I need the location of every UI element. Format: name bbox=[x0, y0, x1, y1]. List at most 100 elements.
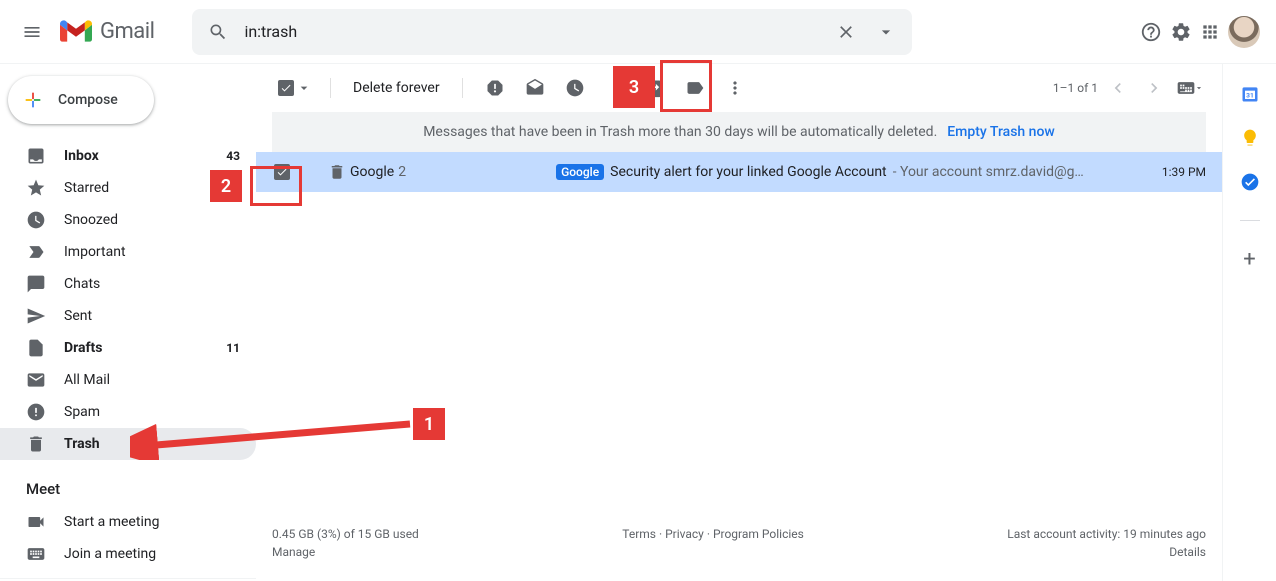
chevron-left-icon bbox=[1108, 78, 1128, 98]
nav-label: Inbox bbox=[64, 148, 226, 164]
sidebar-item-spam[interactable]: Spam bbox=[0, 396, 256, 428]
search-input[interactable] bbox=[238, 22, 826, 41]
message-subject: Security alert for your linked Google Ac… bbox=[610, 164, 886, 180]
hamburger-icon bbox=[22, 22, 42, 42]
mail-open-icon bbox=[525, 78, 545, 98]
dropdown-icon bbox=[876, 22, 896, 42]
storage-text: 0.45 GB (3%) of 15 GB used bbox=[272, 527, 419, 541]
sent-icon bbox=[26, 306, 46, 326]
add-addon-button[interactable]: + bbox=[1243, 249, 1255, 271]
nav-count: 43 bbox=[226, 149, 240, 163]
mark-read-button[interactable] bbox=[515, 68, 555, 108]
toolbar-separator bbox=[330, 78, 331, 98]
activity-text: Last account activity: 19 minutes ago bbox=[1007, 527, 1206, 541]
nav-label: Join a meeting bbox=[64, 546, 240, 562]
sidebar-item-important[interactable]: Important bbox=[0, 236, 256, 268]
meet-list: Start a meeting Join a meeting bbox=[0, 506, 256, 570]
nav-label: Drafts bbox=[64, 340, 226, 356]
footer: 0.45 GB (3%) of 15 GB used Manage Terms … bbox=[272, 527, 1206, 559]
chat-icon bbox=[26, 274, 46, 294]
more-vert-icon bbox=[725, 78, 745, 98]
keep-app-button[interactable] bbox=[1240, 128, 1260, 148]
message-row[interactable]: Google 2 Google Security alert for your … bbox=[256, 152, 1222, 192]
nav-label: Sent bbox=[64, 308, 240, 324]
file-icon bbox=[26, 338, 46, 358]
sidebar-item-trash[interactable]: Trash bbox=[0, 428, 256, 460]
nav-label: Important bbox=[64, 244, 240, 260]
toolbar-separator bbox=[462, 78, 463, 98]
apps-grid-icon bbox=[1200, 22, 1220, 42]
sidebar-item-inbox[interactable]: Inbox43 bbox=[0, 140, 256, 172]
annotation-marker-3: 3 bbox=[613, 66, 655, 108]
clock-icon bbox=[565, 78, 585, 98]
side-panel-divider bbox=[1240, 220, 1260, 221]
details-link[interactable]: Details bbox=[1007, 545, 1206, 559]
sidebar-item-all-mail[interactable]: All Mail bbox=[0, 364, 256, 396]
tasks-icon bbox=[1240, 172, 1260, 192]
tasks-app-button[interactable] bbox=[1240, 172, 1260, 192]
report-spam-button[interactable] bbox=[475, 68, 515, 108]
footer-left: 0.45 GB (3%) of 15 GB used Manage bbox=[272, 527, 419, 559]
apps-button[interactable] bbox=[1200, 22, 1220, 42]
next-page-button[interactable] bbox=[1138, 68, 1170, 108]
toolbar: Delete forever 1–1 of 1 bbox=[256, 64, 1222, 112]
privacy-link[interactable]: Privacy bbox=[665, 527, 704, 541]
sidebar-item-sent[interactable]: Sent bbox=[0, 300, 256, 332]
snooze-button[interactable] bbox=[555, 68, 595, 108]
keyboard-icon bbox=[1176, 78, 1196, 98]
message-count: 2 bbox=[398, 164, 406, 180]
mail-icon bbox=[26, 370, 46, 390]
meet-item-start-a-meeting[interactable]: Start a meeting bbox=[0, 506, 256, 538]
logo-area[interactable]: Gmail bbox=[56, 19, 184, 44]
message-subject-area: Google Security alert for your linked Go… bbox=[406, 164, 1162, 180]
trash-banner: Messages that have been in Trash more th… bbox=[272, 112, 1206, 152]
more-button[interactable] bbox=[715, 68, 755, 108]
select-all-checkbox[interactable] bbox=[272, 74, 318, 102]
prev-page-button[interactable] bbox=[1102, 68, 1134, 108]
search-options-button[interactable] bbox=[866, 12, 906, 52]
terms-link[interactable]: Terms bbox=[622, 527, 656, 541]
annotation-box-3 bbox=[660, 60, 712, 112]
empty-trash-link[interactable]: Empty Trash now bbox=[947, 124, 1055, 140]
banner-text: Messages that have been in Trash more th… bbox=[423, 124, 937, 140]
sidebar: Compose Inbox43StarredSnoozedImportantCh… bbox=[0, 64, 256, 581]
delete-forever-button[interactable]: Delete forever bbox=[343, 80, 450, 96]
sidebar-divider bbox=[0, 578, 256, 579]
help-icon bbox=[1140, 21, 1162, 43]
chevron-right-icon bbox=[1144, 78, 1164, 98]
input-tools-button[interactable] bbox=[1174, 68, 1206, 108]
app-header: Gmail bbox=[0, 0, 1276, 64]
star-icon bbox=[26, 178, 46, 198]
video-icon bbox=[26, 512, 46, 532]
keep-icon bbox=[1240, 128, 1260, 148]
nav-label: Start a meeting bbox=[64, 514, 240, 530]
manage-storage-link[interactable]: Manage bbox=[272, 545, 419, 559]
svg-text:31: 31 bbox=[1246, 91, 1254, 99]
compose-plus-icon bbox=[22, 89, 44, 111]
product-name: Gmail bbox=[100, 19, 154, 44]
meet-item-join-a-meeting[interactable]: Join a meeting bbox=[0, 538, 256, 570]
sidebar-item-drafts[interactable]: Drafts11 bbox=[0, 332, 256, 364]
compose-button[interactable]: Compose bbox=[8, 76, 154, 124]
pager-text: 1–1 of 1 bbox=[1053, 81, 1098, 95]
message-snippet: - Your account smrz.david@g… bbox=[893, 164, 1084, 180]
policies-link[interactable]: Program Policies bbox=[713, 527, 804, 541]
account-avatar[interactable] bbox=[1228, 16, 1260, 48]
help-button[interactable] bbox=[1140, 21, 1162, 43]
clear-search-button[interactable] bbox=[826, 12, 866, 52]
settings-button[interactable] bbox=[1170, 21, 1192, 43]
gmail-logo-icon bbox=[60, 20, 92, 44]
annotation-marker-1: 1 bbox=[413, 408, 445, 440]
sidebar-item-snoozed[interactable]: Snoozed bbox=[0, 204, 256, 236]
message-sender: Google bbox=[350, 164, 394, 180]
trash-icon bbox=[328, 163, 346, 181]
search-icon bbox=[208, 22, 228, 42]
nav-label: Snoozed bbox=[64, 212, 240, 228]
spam-icon bbox=[485, 78, 505, 98]
hamburger-menu-button[interactable] bbox=[8, 8, 56, 56]
compose-label: Compose bbox=[58, 92, 118, 108]
search-button[interactable] bbox=[198, 12, 238, 52]
gear-icon bbox=[1170, 21, 1192, 43]
calendar-app-button[interactable]: 31 bbox=[1240, 84, 1260, 104]
sidebar-item-chats[interactable]: Chats bbox=[0, 268, 256, 300]
